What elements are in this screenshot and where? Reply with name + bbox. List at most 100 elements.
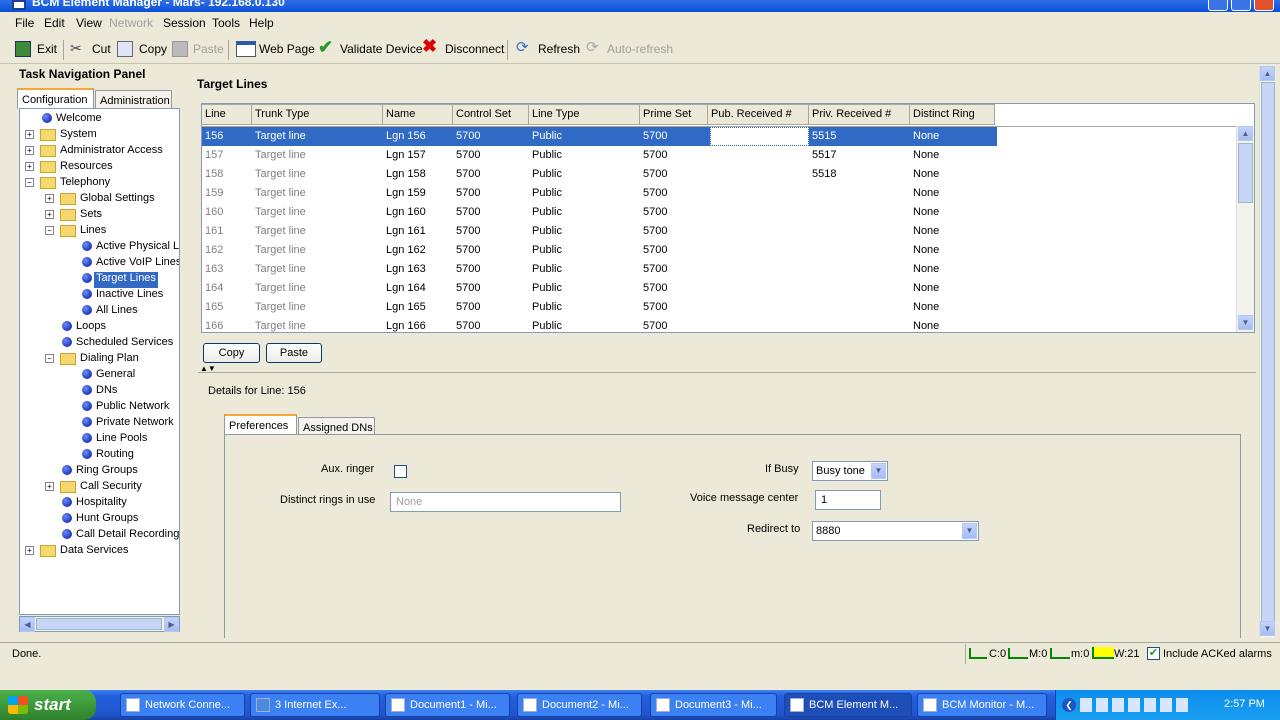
column-header-name[interactable]: Name	[383, 104, 453, 125]
start-button[interactable]: start	[0, 690, 96, 720]
tree-item-all-lines[interactable]: All Lines	[96, 304, 138, 320]
column-header-line-type[interactable]: Line Type	[529, 104, 640, 125]
column-header-distinct-ring[interactable]: Distinct Ring	[910, 104, 995, 125]
tree-item-public-network[interactable]: Public Network	[96, 400, 169, 416]
menu-network[interactable]: Network	[109, 16, 153, 30]
menu-tools[interactable]: Tools	[212, 16, 240, 30]
cut-button[interactable]: Cut	[92, 42, 111, 56]
taskbar-item-network-connections[interactable]: Network Conne...	[120, 693, 245, 717]
taskbar-item-internet-explorer[interactable]: 3 Internet Ex...	[250, 693, 380, 717]
tree-item-call-security[interactable]: Call Security	[80, 480, 142, 496]
scroll-down-icon[interactable]: ▼	[1238, 315, 1253, 330]
expand-icon[interactable]: +	[45, 194, 54, 203]
table-row[interactable]: 160 Target line Lgn 160 5700 Public 5700 None	[202, 203, 997, 222]
tray-icons[interactable]	[1080, 698, 1190, 712]
tree-item-target-lines[interactable]: Target Lines	[94, 272, 158, 288]
refresh-button[interactable]: Refresh	[538, 42, 580, 56]
table-vertical-scrollbar[interactable]: ▲ ▼	[1236, 126, 1254, 332]
column-header-trunk-type[interactable]: Trunk Type	[252, 104, 383, 125]
if-busy-select[interactable]: Busy tone ▼	[812, 461, 888, 481]
column-header-pub-received[interactable]: Pub. Received #	[708, 104, 809, 125]
table-row[interactable]: 161 Target line Lgn 161 5700 Public 5700 None	[202, 222, 997, 241]
scroll-up-icon[interactable]: ▲	[1260, 66, 1275, 81]
tree-item-resources[interactable]: Resources	[60, 160, 113, 176]
tree-item-global-settings[interactable]: Global Settings	[80, 192, 155, 208]
table-row[interactable]: 159 Target line Lgn 159 5700 Public 5700 None	[202, 184, 997, 203]
chevron-down-icon[interactable]: ▼	[871, 463, 886, 479]
tree-item-routing[interactable]: Routing	[96, 448, 134, 464]
distinct-rings-field[interactable]: None	[390, 492, 621, 512]
include-acked-checkbox[interactable]: ✔	[1147, 647, 1160, 660]
column-header-priv-received[interactable]: Priv. Received #	[809, 104, 910, 125]
tree-item-sets[interactable]: Sets	[80, 208, 102, 224]
taskbar-item-bcm-element-manager[interactable]: BCM Element M...	[784, 693, 912, 717]
copy-row-button[interactable]: Copy	[203, 343, 260, 363]
tree-item-line-pools[interactable]: Line Pools	[96, 432, 147, 448]
taskbar-item-document3[interactable]: Document3 - Mi...	[650, 693, 777, 717]
tree-item-private-network[interactable]: Private Network	[96, 416, 174, 432]
tree-item-scheduled-services[interactable]: Scheduled Services	[76, 336, 173, 352]
table-row[interactable]: 164 Target line Lgn 164 5700 Public 5700 None	[202, 279, 997, 298]
scroll-right-icon[interactable]: ▶	[164, 617, 179, 632]
tab-administration[interactable]: Administration	[95, 90, 172, 110]
tree-item-hospitality[interactable]: Hospitality	[76, 496, 127, 512]
column-header-prime-set[interactable]: Prime Set	[640, 104, 708, 125]
tree-item-hunt-groups[interactable]: Hunt Groups	[76, 512, 138, 528]
table-row[interactable]: 166 Target line Lgn 166 5700 Public 5700 None	[202, 317, 997, 332]
maximize-button[interactable]	[1231, 0, 1251, 11]
tree-item-general[interactable]: General	[96, 368, 135, 384]
collapse-icon[interactable]: −	[45, 226, 54, 235]
close-button[interactable]	[1254, 0, 1274, 11]
expand-icon[interactable]: +	[25, 146, 34, 155]
tab-configuration[interactable]: Configuration	[17, 88, 94, 109]
tree-item-active-voip-lines[interactable]: Active VoIP Lines	[96, 256, 179, 272]
tree-item-loops[interactable]: Loops	[76, 320, 106, 336]
taskbar-item-document1[interactable]: Document1 - Mi...	[385, 693, 510, 717]
table-row[interactable]: 157 Target line Lgn 157 5700 Public 5700 5517 N…	[202, 146, 997, 165]
tree-item-administrator-access[interactable]: Administrator Access	[60, 144, 163, 160]
tree-item-data-services[interactable]: Data Services	[60, 544, 128, 560]
paste-button[interactable]: Paste	[193, 42, 224, 56]
table-row[interactable]: 163 Target line Lgn 163 5700 Public 5700 None	[202, 260, 997, 279]
scroll-thumb[interactable]	[36, 618, 162, 630]
tree-item-inactive-lines[interactable]: Inactive Lines	[96, 288, 163, 304]
tree-item-ring-groups[interactable]: Ring Groups	[76, 464, 138, 480]
taskbar-item-bcm-monitor[interactable]: BCM Monitor - M...	[917, 693, 1047, 717]
table-row[interactable]: 156 Target line Lgn 156 5700 Public 5700 5515 N…	[202, 127, 997, 146]
main-vertical-scrollbar[interactable]: ▲ ▼	[1259, 66, 1275, 638]
tree-item-telephony[interactable]: Telephony	[60, 176, 110, 192]
paste-row-button[interactable]: Paste	[266, 343, 322, 363]
menu-session[interactable]: Session	[163, 16, 206, 30]
menu-edit[interactable]: Edit	[44, 16, 65, 30]
scroll-thumb[interactable]	[1238, 143, 1253, 203]
aux-ringer-checkbox[interactable]	[394, 465, 407, 478]
tree-horizontal-scrollbar[interactable]: ◀ ▶	[19, 616, 180, 632]
focused-cell[interactable]	[710, 127, 809, 146]
tree-item-dns[interactable]: DNs	[96, 384, 117, 400]
tree-item-active-physical-lines[interactable]: Active Physical L	[96, 240, 179, 256]
tray-expand-icon[interactable]: ❮	[1062, 698, 1076, 712]
tree-item-welcome[interactable]: Welcome	[56, 112, 102, 128]
exit-button[interactable]: Exit	[37, 42, 57, 56]
chevron-down-icon[interactable]: ▼	[962, 523, 977, 539]
copy-button[interactable]: Copy	[139, 42, 167, 56]
expand-icon[interactable]: +	[25, 162, 34, 171]
menu-file[interactable]: File	[15, 16, 34, 30]
scroll-left-icon[interactable]: ◀	[20, 617, 35, 632]
table-row[interactable]: 165 Target line Lgn 165 5700 Public 5700 None	[202, 298, 997, 317]
table-row[interactable]: 162 Target line Lgn 162 5700 Public 5700 None	[202, 241, 997, 260]
expand-icon[interactable]: +	[25, 546, 34, 555]
table-row[interactable]: 158 Target line Lgn 158 5700 Public 5700 5518 N…	[202, 165, 997, 184]
expand-icon[interactable]: +	[25, 130, 34, 139]
minimize-button[interactable]	[1208, 0, 1228, 11]
validate-device-button[interactable]: Validate Device	[340, 42, 423, 56]
column-header-control-set[interactable]: Control Set	[453, 104, 529, 125]
voice-message-center-field[interactable]: 1	[815, 490, 881, 510]
scroll-thumb[interactable]	[1261, 82, 1275, 622]
scroll-down-icon[interactable]: ▼	[1260, 621, 1275, 636]
disconnect-button[interactable]: Disconnect	[445, 42, 504, 56]
tree-item-call-detail-recording[interactable]: Call Detail Recording	[76, 528, 179, 544]
expand-icon[interactable]: +	[45, 210, 54, 219]
tree-item-lines[interactable]: Lines	[80, 224, 106, 240]
menu-view[interactable]: View	[76, 16, 102, 30]
